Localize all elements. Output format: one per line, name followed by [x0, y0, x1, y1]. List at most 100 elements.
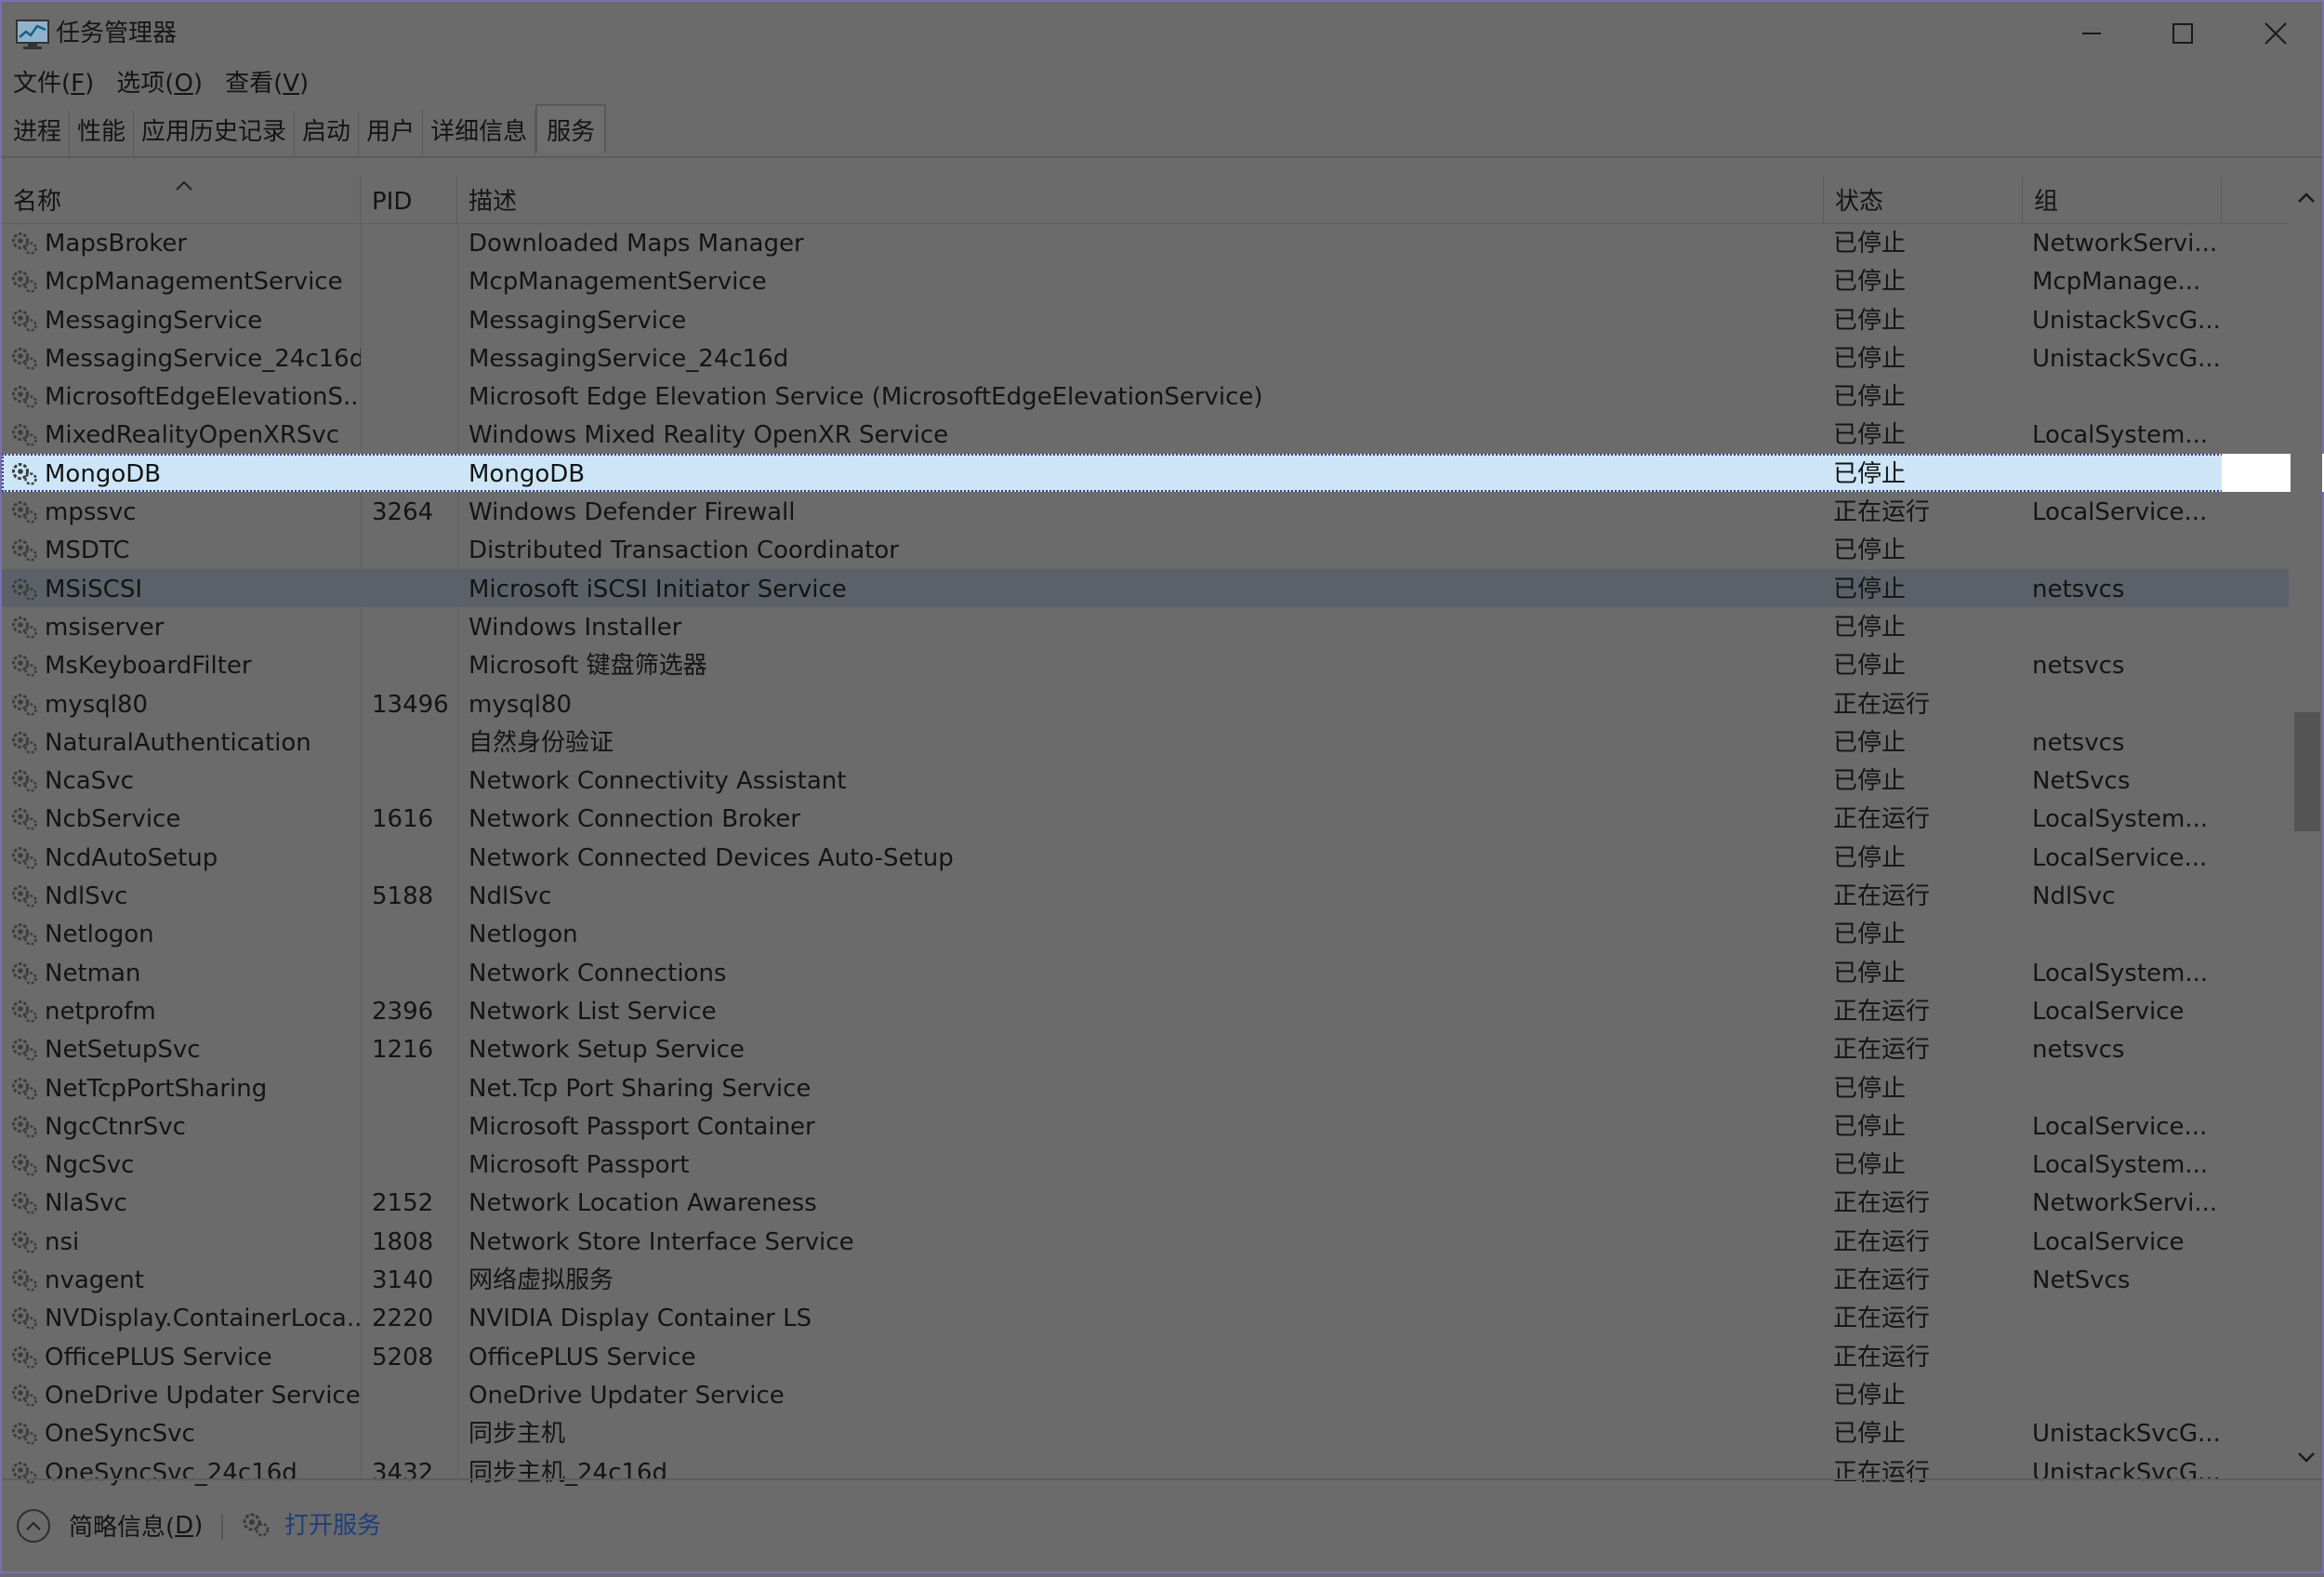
menu-options[interactable]: 选项(O): [105, 65, 214, 102]
service-name: OneSyncSvc: [45, 1420, 195, 1449]
scroll-thumb[interactable]: [2294, 712, 2320, 831]
table-row[interactable]: NlaSvc 2152 Network Location Awareness 正在运行…: [2, 1183, 2289, 1221]
footer-bar: 简略信息(D) 打开服务: [2, 1478, 2322, 1577]
service-status: 正在运行: [1833, 1227, 1931, 1256]
service-status: 正在运行: [1833, 1305, 1931, 1333]
table-row[interactable]: MongoDB MongoDB 已停止: [2, 453, 2324, 493]
table-row[interactable]: MapsBroker Downloaded Maps Manager 已停止 Netw…: [2, 223, 2289, 261]
table-row[interactable]: NaturalAuthentication 自然身份验证 已停止 netsvcs: [2, 722, 2289, 761]
table-row[interactable]: nsi 1808 Network Store Interface Service 正在…: [2, 1222, 2289, 1260]
service-description: Microsoft Edge Elevation Service (Micros…: [469, 383, 1263, 412]
menu-bar: 文件(F) 选项(O) 查看(V): [2, 65, 320, 102]
service-group: LocalSystem...: [2032, 959, 2209, 987]
service-description: Network List Service: [469, 997, 717, 1026]
service-pid: 5188: [372, 882, 434, 911]
column-header-name[interactable]: 名称: [2, 177, 361, 223]
service-description: Network Setup Service: [469, 1036, 745, 1065]
column-header-pid[interactable]: PID: [361, 177, 457, 223]
table-row[interactable]: MsKeyboardFilter Microsoft 键盘筛选器 已停止 netsvc…: [2, 645, 2289, 683]
scroll-up-button[interactable]: [2291, 182, 2322, 214]
table-row[interactable]: McpManagementService McpManagementService…: [2, 261, 2289, 299]
table-row[interactable]: MSDTC Distributed Transaction Coordinator…: [2, 530, 2289, 568]
service-description: NdlSvc: [469, 882, 552, 911]
service-name: netprofm: [45, 997, 156, 1026]
service-name: Netlogon: [45, 921, 154, 949]
column-header-group[interactable]: 组: [2023, 177, 2222, 223]
minimize-button[interactable]: [2045, 2, 2138, 65]
service-pid: [361, 1375, 457, 1413]
service-pid: [361, 569, 457, 607]
table-row[interactable]: MSiSCSI Microsoft iSCSI Initiator Service…: [2, 568, 2289, 607]
scroll-down-button[interactable]: [2291, 1441, 2322, 1473]
service-group: [2023, 1068, 2222, 1107]
service-status: 已停止: [1833, 767, 1907, 796]
table-row[interactable]: OneDrive Updater Service OneDrive Updater…: [2, 1375, 2289, 1413]
table-row[interactable]: MixedRealityOpenXRSvc Windows Mixed Reali…: [2, 415, 2289, 453]
table-body: MapsBroker Downloaded Maps Manager 已停止 Netw…: [2, 223, 2324, 1491]
tab-performance[interactable]: 性能: [70, 110, 135, 156]
maximize-button[interactable]: [2136, 2, 2229, 65]
table-row[interactable]: NVDisplay.ContainerLoca... 2220 NVIDIA Dis…: [2, 1298, 2289, 1336]
table-row[interactable]: NetTcpPortSharing Net.Tcp Port Sharing Se…: [2, 1068, 2289, 1107]
table-row[interactable]: NdlSvc 5188 NdlSvc 正在运行 NdlSvc: [2, 876, 2289, 914]
service-description: Network Connections: [469, 959, 727, 987]
menu-view[interactable]: 查看(V): [214, 65, 320, 102]
table-row[interactable]: NgcCtnrSvc Microsoft Passport Container 已停…: [2, 1107, 2289, 1145]
menu-file[interactable]: 文件(F): [2, 65, 105, 102]
table-row[interactable]: MessagingService MessagingService 已停止 Unist…: [2, 300, 2289, 338]
table-row[interactable]: NcdAutoSetup Network Connected Devices Au…: [2, 838, 2289, 876]
column-header-description[interactable]: 描述: [457, 177, 1824, 223]
tab-services[interactable]: 服务: [535, 104, 607, 152]
table-row[interactable]: msiserver Windows Installer 已停止: [2, 607, 2289, 645]
service-pid: 3140: [372, 1266, 434, 1295]
service-pid: [361, 761, 457, 799]
service-description: Network Connectivity Assistant: [469, 767, 847, 796]
service-description: Microsoft Passport: [469, 1151, 690, 1180]
service-group: LocalService...: [2032, 1112, 2208, 1141]
table-row[interactable]: Netlogon Netlogon 已停止: [2, 914, 2289, 952]
table-row[interactable]: nvagent 3140 网络虚拟服务 正在运行 NetSvcs: [2, 1260, 2289, 1298]
brief-info-button[interactable]: 简略信息(D): [17, 1508, 203, 1543]
brief-info-label: 简略信息(: [69, 1514, 176, 1542]
title-bar[interactable]: 任务管理器: [2, 2, 2322, 65]
tab-processes[interactable]: 进程: [6, 110, 71, 156]
table-row[interactable]: MessagingService_24c16d MessagingService_…: [2, 338, 2289, 377]
open-services-link[interactable]: 打开服务: [240, 1506, 381, 1541]
table-row[interactable]: Netman Network Connections 已停止 LocalSystem.…: [2, 953, 2289, 991]
table-row[interactable]: OneSyncSvc 同步主机 已停止 UnistackSvcG...: [2, 1413, 2289, 1451]
service-group: [2023, 1337, 2222, 1375]
service-group: UnistackSvcG...: [2032, 1420, 2221, 1449]
tab-users[interactable]: 用户: [359, 110, 424, 156]
table-row[interactable]: netprofm 2396 Network List Service 正在运行 Loca…: [2, 991, 2289, 1029]
table-row[interactable]: NgcSvc Microsoft Passport 已停止 LocalSystem..…: [2, 1145, 2289, 1183]
service-group: UnistackSvcG...: [2032, 306, 2221, 335]
service-status: 已停止: [1833, 1112, 1907, 1141]
table-row[interactable]: NetSetupSvc 1216 Network Setup Service 正在运行…: [2, 1029, 2289, 1067]
table-row[interactable]: OfficePLUS Service 5208 OfficePLUS Service…: [2, 1337, 2289, 1375]
tab-app-history[interactable]: 应用历史记录: [134, 110, 296, 156]
service-status: 已停止: [1833, 959, 1907, 987]
service-group: [2023, 1375, 2222, 1413]
gear-service-icon: [243, 1513, 270, 1536]
service-name: NaturalAuthentication: [45, 728, 311, 757]
service-group: LocalService...: [2032, 498, 2208, 527]
column-header-status[interactable]: 状态: [1824, 177, 2023, 223]
service-description: Microsoft Passport Container: [469, 1112, 815, 1141]
table-row[interactable]: NcbService 1616 Network Connection Broker 正…: [2, 799, 2289, 837]
table-row[interactable]: mpssvc 3264 Windows Defender Firewall 正在运行 L…: [2, 492, 2289, 530]
service-group: [2023, 607, 2222, 645]
service-name: MessagingService: [45, 306, 263, 335]
service-group: NetSvcs: [2032, 1266, 2131, 1295]
service-status: 正在运行: [1833, 1189, 1931, 1218]
tab-details[interactable]: 详细信息: [423, 110, 536, 156]
service-name: NdlSvc: [45, 882, 128, 911]
vertical-scrollbar[interactable]: [2291, 177, 2322, 1478]
service-name: NgcCtnrSvc: [45, 1112, 186, 1141]
table-row[interactable]: MicrosoftEdgeElevationS... Microsoft Edge…: [2, 377, 2289, 415]
table-row[interactable]: NcaSvc Network Connectivity Assistant 已停止 N…: [2, 761, 2289, 799]
service-name: MicrosoftEdgeElevationS...: [45, 383, 361, 412]
close-button[interactable]: [2229, 2, 2322, 65]
tab-startup[interactable]: 启动: [295, 110, 360, 156]
service-name: NcaSvc: [45, 767, 134, 796]
table-row[interactable]: mysql80 13496 mysql80 正在运行: [2, 684, 2289, 722]
